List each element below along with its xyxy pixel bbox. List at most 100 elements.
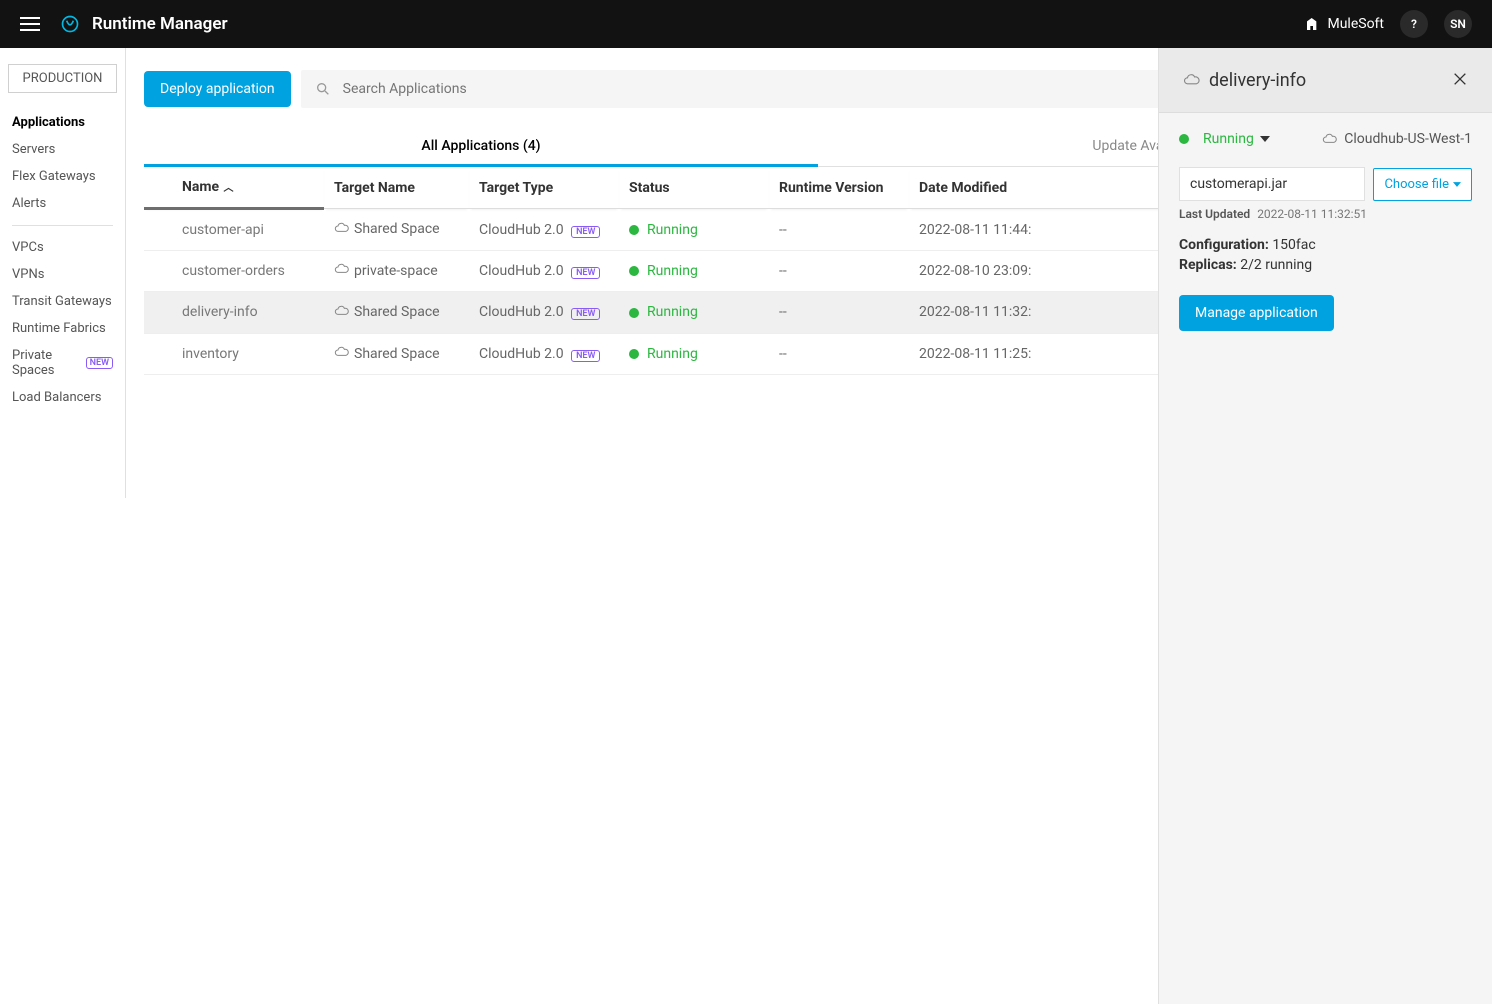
sidebar-divider (12, 225, 113, 226)
environment-selector[interactable]: PRODUCTION (8, 64, 117, 93)
config-row: Configuration: 150fac (1179, 237, 1472, 253)
sidebar-item-label: Flex Gateways (12, 169, 96, 184)
cell-status: Running (619, 209, 769, 251)
sidebar-item-label: Private Spaces (12, 348, 78, 378)
sidebar-item-load-balancers[interactable]: Load Balancers (0, 384, 125, 411)
last-updated: Last Updated 2022-08-11 11:32:51 (1179, 207, 1472, 221)
sort-asc-icon: ︿ (221, 183, 234, 194)
cell-name: customer-api (144, 209, 324, 251)
new-badge: NEW (86, 357, 113, 369)
choose-file-label: Choose file (1384, 177, 1449, 192)
replicas-value: 2/2 running (1240, 257, 1312, 273)
chevron-down-icon (1260, 136, 1270, 142)
menu-icon[interactable] (20, 17, 40, 31)
panel-region-text: Cloudhub-US-West-1 (1344, 131, 1472, 147)
cell-target-name: Shared Space (324, 333, 469, 374)
column-target-type[interactable]: Target Type (469, 167, 619, 209)
sidebar-item-transit-gateways[interactable]: Transit Gateways (0, 288, 125, 315)
close-panel-icon[interactable] (1452, 68, 1468, 92)
product-logo-icon (60, 14, 80, 34)
panel-status-dropdown[interactable]: Running (1179, 131, 1270, 147)
column-name[interactable]: Name ︿ (144, 167, 324, 209)
cloud-icon (334, 305, 348, 321)
sidebar: PRODUCTION Applications Servers Flex Gat… (0, 48, 126, 498)
panel-title-text: delivery-info (1209, 70, 1306, 91)
panel-body: Running Cloudhub-US-West-1 customerapi.j… (1159, 113, 1492, 349)
cell-runtime-version: -- (769, 209, 909, 251)
sidebar-item-alerts[interactable]: Alerts (0, 190, 125, 217)
cell-name: inventory (144, 333, 324, 374)
cell-runtime-version: -- (769, 251, 909, 292)
sidebar-item-label: VPNs (12, 267, 44, 282)
last-updated-value: 2022-08-11 11:32:51 (1257, 207, 1367, 221)
sidebar-item-applications[interactable]: Applications (0, 109, 125, 136)
sidebar-item-runtime-fabrics[interactable]: Runtime Fabrics (0, 315, 125, 342)
status-dot-icon (629, 349, 639, 359)
column-status[interactable]: Status (619, 167, 769, 209)
column-runtime-version[interactable]: Runtime Version (769, 167, 909, 209)
panel-status-text: Running (1203, 131, 1254, 147)
cell-name: delivery-info (144, 292, 324, 333)
cell-status: Running (619, 333, 769, 374)
manage-application-button[interactable]: Manage application (1179, 295, 1334, 331)
sidebar-item-label: Applications (12, 115, 85, 130)
brand-link-label: MuleSoft (1327, 16, 1384, 32)
help-button[interactable]: ? (1400, 10, 1428, 38)
choose-file-button[interactable]: Choose file (1373, 168, 1472, 201)
cloud-icon (334, 263, 348, 279)
sidebar-item-label: Servers (12, 142, 55, 157)
cell-target-name: Shared Space (324, 209, 469, 251)
status-dot-icon (629, 225, 639, 235)
cell-target-name: private-space (324, 251, 469, 292)
brand-link[interactable]: MuleSoft (1305, 16, 1384, 32)
cloud-icon (1183, 73, 1201, 87)
cell-target-name: Shared Space (324, 292, 469, 333)
sidebar-item-label: Transit Gateways (12, 294, 112, 309)
cell-runtime-version: -- (769, 292, 909, 333)
sidebar-item-servers[interactable]: Servers (0, 136, 125, 163)
tab-all-applications[interactable]: All Applications (4) (144, 128, 818, 167)
panel-header: delivery-info (1159, 48, 1492, 113)
replicas-label: Replicas: (1179, 257, 1237, 273)
config-label: Configuration: (1179, 237, 1269, 253)
cell-target-type: CloudHub 2.0 NEW (469, 292, 619, 333)
sidebar-item-label: Runtime Fabrics (12, 321, 106, 336)
panel-region: Cloudhub-US-West-1 (1322, 131, 1472, 147)
cell-status: Running (619, 292, 769, 333)
status-dot-icon (1179, 134, 1189, 144)
details-panel: delivery-info Running Cloudhub-US-West-1… (1158, 48, 1492, 1004)
sidebar-item-label: Load Balancers (12, 390, 101, 405)
status-dot-icon (629, 266, 639, 276)
cell-name: customer-orders (144, 251, 324, 292)
last-updated-label: Last Updated (1179, 207, 1250, 221)
chevron-down-icon (1453, 182, 1461, 187)
building-icon (1305, 16, 1321, 32)
new-badge: NEW (571, 226, 600, 238)
column-target-name[interactable]: Target Name (324, 167, 469, 209)
sidebar-item-label: Alerts (12, 196, 46, 211)
user-avatar[interactable]: SN (1444, 10, 1472, 38)
new-badge: NEW (571, 350, 600, 362)
sidebar-item-vpcs[interactable]: VPCs (0, 234, 125, 261)
new-badge: NEW (571, 308, 600, 320)
sidebar-item-flex-gateways[interactable]: Flex Gateways (0, 163, 125, 190)
replicas-row: Replicas: 2/2 running (1179, 257, 1472, 273)
cloud-icon (1322, 133, 1338, 145)
cell-target-type: CloudHub 2.0 NEW (469, 251, 619, 292)
new-badge: NEW (571, 267, 600, 279)
column-label: Name (182, 179, 219, 195)
sidebar-item-vpns[interactable]: VPNs (0, 261, 125, 288)
file-name-field: customerapi.jar (1179, 167, 1365, 201)
cell-target-type: CloudHub 2.0 NEW (469, 209, 619, 251)
cloud-icon (334, 346, 348, 362)
status-dot-icon (629, 308, 639, 318)
product-title: Runtime Manager (92, 14, 228, 34)
topbar: Runtime Manager MuleSoft ? SN (0, 0, 1492, 48)
config-value: 150fac (1272, 237, 1315, 253)
cell-target-type: CloudHub 2.0 NEW (469, 333, 619, 374)
sidebar-item-private-spaces[interactable]: Private Spaces NEW (0, 342, 125, 384)
search-icon (315, 81, 331, 97)
deploy-application-button[interactable]: Deploy application (144, 71, 291, 107)
sidebar-item-label: VPCs (12, 240, 44, 255)
cell-status: Running (619, 251, 769, 292)
